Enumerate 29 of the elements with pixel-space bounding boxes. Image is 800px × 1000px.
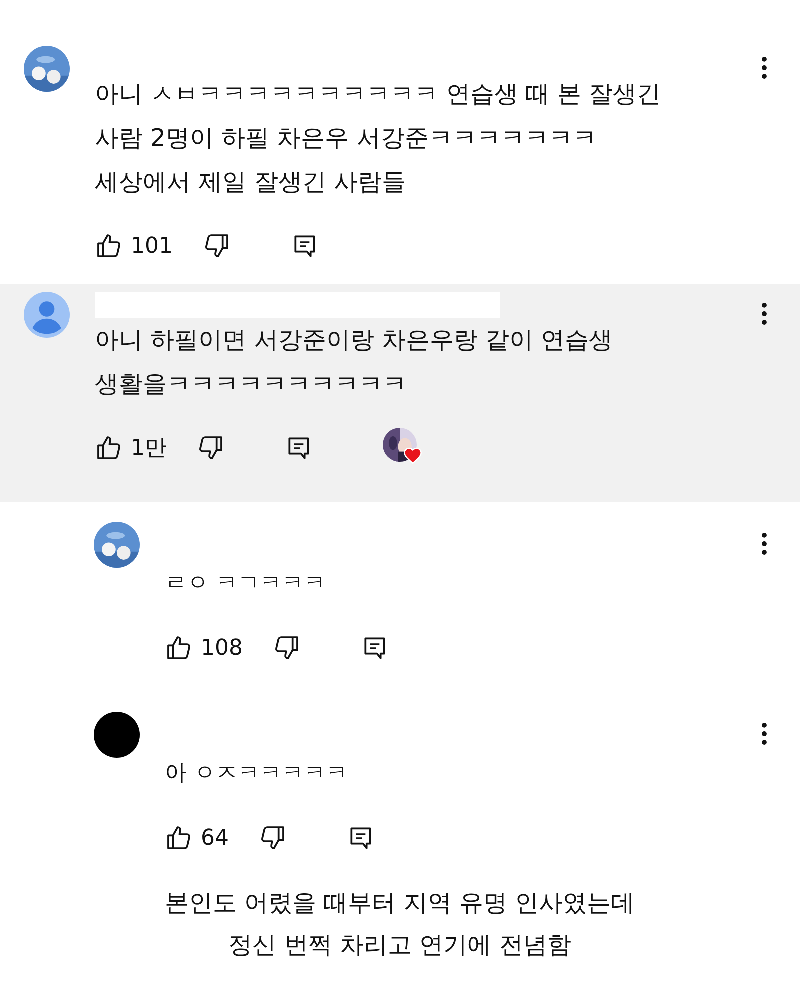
avatar-icon — [94, 712, 140, 758]
comment-text: 아 ㅇㅈㅋㅋㅋㅋㅋ — [165, 760, 349, 788]
comment-text: ㄹㅇ ㅋㄱㅋㅋㅋ — [165, 570, 327, 598]
avatar-icon — [24, 292, 70, 338]
thumbs-up-icon — [165, 634, 193, 662]
dislike-button[interactable] — [203, 232, 231, 260]
like-button[interactable]: 64 — [165, 824, 229, 852]
comment-text: 아니 하필이면 서강준이랑 차은우랑 같이 연습생 생활을ㅋㅋㅋㅋㅋㅋㅋㅋㅋㅋ — [95, 325, 614, 400]
like-button[interactable]: 108 — [165, 634, 243, 662]
comment-text: 아니 ㅅㅂㅋㅋㅋㅋㅋㅋㅋㅋㅋㅋ 연습생 때 본 잘생긴 사람 2명이 하필 차은우 서강준ㅋㅋㅋㅋㅋㅋㅋ 세상에서 제일 잘생긴 사람들 — [95, 79, 662, 198]
thumbs-down-icon — [203, 232, 231, 260]
thumbs-down-icon — [259, 824, 287, 852]
caption-text: 본인도 어렸을 때부터 지역 유명 인사였는데 — [164, 888, 636, 919]
dislike-button[interactable] — [197, 434, 225, 462]
dislike-button[interactable] — [273, 634, 301, 662]
thumbs-down-icon — [273, 634, 301, 662]
kebab-menu-icon — [762, 57, 766, 79]
heart-icon — [403, 446, 423, 466]
thumbs-up-icon — [95, 434, 123, 462]
thumbs-up-icon — [165, 824, 193, 852]
kebab-menu-icon — [762, 723, 766, 745]
like-button[interactable]: 1만 — [95, 433, 167, 463]
thumbs-down-icon — [197, 434, 225, 462]
caption-text: 정신 번쩍 차리고 연기에 전념함 — [228, 930, 572, 961]
kebab-menu-icon — [762, 303, 766, 325]
dislike-button[interactable] — [259, 824, 287, 852]
thumbs-up-icon — [95, 232, 123, 260]
kebab-menu-icon — [762, 533, 766, 555]
like-button[interactable]: 101 — [95, 232, 173, 260]
